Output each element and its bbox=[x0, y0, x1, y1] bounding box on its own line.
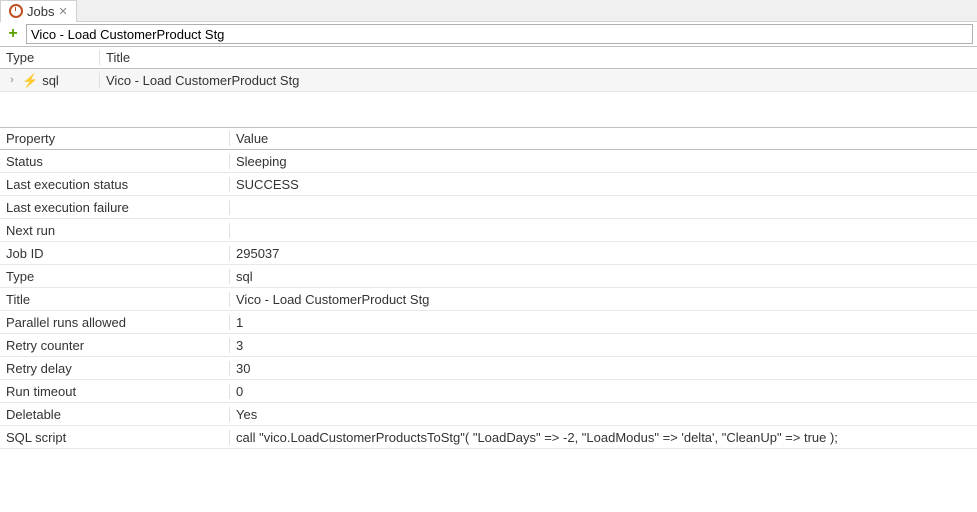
property-row[interactable]: StatusSleeping bbox=[0, 150, 977, 173]
properties-table: Property Value StatusSleepingLast execut… bbox=[0, 127, 977, 449]
job-title: Vico - Load CustomerProduct Stg bbox=[100, 73, 977, 88]
property-name: Job ID bbox=[0, 246, 230, 261]
spacer bbox=[0, 113, 977, 127]
clock-icon bbox=[9, 4, 23, 18]
property-name: Run timeout bbox=[0, 384, 230, 399]
property-row[interactable]: Parallel runs allowed1 bbox=[0, 311, 977, 334]
property-name: Last execution failure bbox=[0, 200, 230, 215]
property-name: Deletable bbox=[0, 407, 230, 422]
tab-bar: Jobs ✕ bbox=[0, 0, 977, 22]
jobs-table: Type Title › ⚡ sql Vico - Load CustomerP… bbox=[0, 46, 977, 113]
jobs-table-header: Type Title bbox=[0, 47, 977, 69]
property-row[interactable]: TitleVico - Load CustomerProduct Stg bbox=[0, 288, 977, 311]
property-value: sql bbox=[230, 269, 977, 284]
table-row[interactable]: › ⚡ sql Vico - Load CustomerProduct Stg bbox=[0, 69, 977, 91]
property-name: Title bbox=[0, 292, 230, 307]
property-value: 3 bbox=[230, 338, 977, 353]
property-name: SQL script bbox=[0, 430, 230, 445]
property-value: 1 bbox=[230, 315, 977, 330]
property-row[interactable]: Next run bbox=[0, 219, 977, 242]
property-name: Status bbox=[0, 154, 230, 169]
property-value: call "vico.LoadCustomerProductsToStg"( "… bbox=[230, 430, 977, 445]
property-row[interactable]: Run timeout0 bbox=[0, 380, 977, 403]
column-header-property[interactable]: Property bbox=[0, 131, 230, 146]
property-row[interactable]: Typesql bbox=[0, 265, 977, 288]
add-button[interactable]: + bbox=[4, 25, 22, 43]
tab-jobs[interactable]: Jobs ✕ bbox=[0, 0, 77, 22]
column-header-type[interactable]: Type bbox=[0, 50, 100, 65]
property-name: Parallel runs allowed bbox=[0, 315, 230, 330]
property-value: Vico - Load CustomerProduct Stg bbox=[230, 292, 977, 307]
property-value: 0 bbox=[230, 384, 977, 399]
property-row[interactable]: Retry delay30 bbox=[0, 357, 977, 380]
property-value: SUCCESS bbox=[230, 177, 977, 192]
property-name: Retry counter bbox=[0, 338, 230, 353]
property-row[interactable]: DeletableYes bbox=[0, 403, 977, 426]
property-value: Sleeping bbox=[230, 154, 977, 169]
toolbar: + bbox=[0, 22, 977, 46]
close-icon[interactable]: ✕ bbox=[58, 5, 67, 18]
column-header-value[interactable]: Value bbox=[230, 131, 977, 146]
properties-table-header: Property Value bbox=[0, 128, 977, 150]
property-value: 295037 bbox=[230, 246, 977, 261]
column-header-title[interactable]: Title bbox=[100, 50, 977, 65]
tab-title: Jobs bbox=[27, 4, 54, 19]
job-type: sql bbox=[42, 73, 59, 88]
property-row[interactable]: Job ID295037 bbox=[0, 242, 977, 265]
property-row[interactable]: Last execution statusSUCCESS bbox=[0, 173, 977, 196]
property-value: 30 bbox=[230, 361, 977, 376]
property-row[interactable]: Retry counter3 bbox=[0, 334, 977, 357]
property-row[interactable]: Last execution failure bbox=[0, 196, 977, 219]
property-name: Last execution status bbox=[0, 177, 230, 192]
bolt-icon: ⚡ bbox=[22, 74, 38, 87]
property-name: Type bbox=[0, 269, 230, 284]
property-name: Next run bbox=[0, 223, 230, 238]
plus-icon: + bbox=[8, 26, 17, 42]
property-value: Yes bbox=[230, 407, 977, 422]
property-row[interactable]: SQL scriptcall "vico.LoadCustomerProduct… bbox=[0, 426, 977, 449]
property-name: Retry delay bbox=[0, 361, 230, 376]
chevron-right-icon[interactable]: › bbox=[6, 74, 18, 86]
search-input[interactable] bbox=[26, 24, 973, 44]
empty-row bbox=[0, 91, 977, 113]
